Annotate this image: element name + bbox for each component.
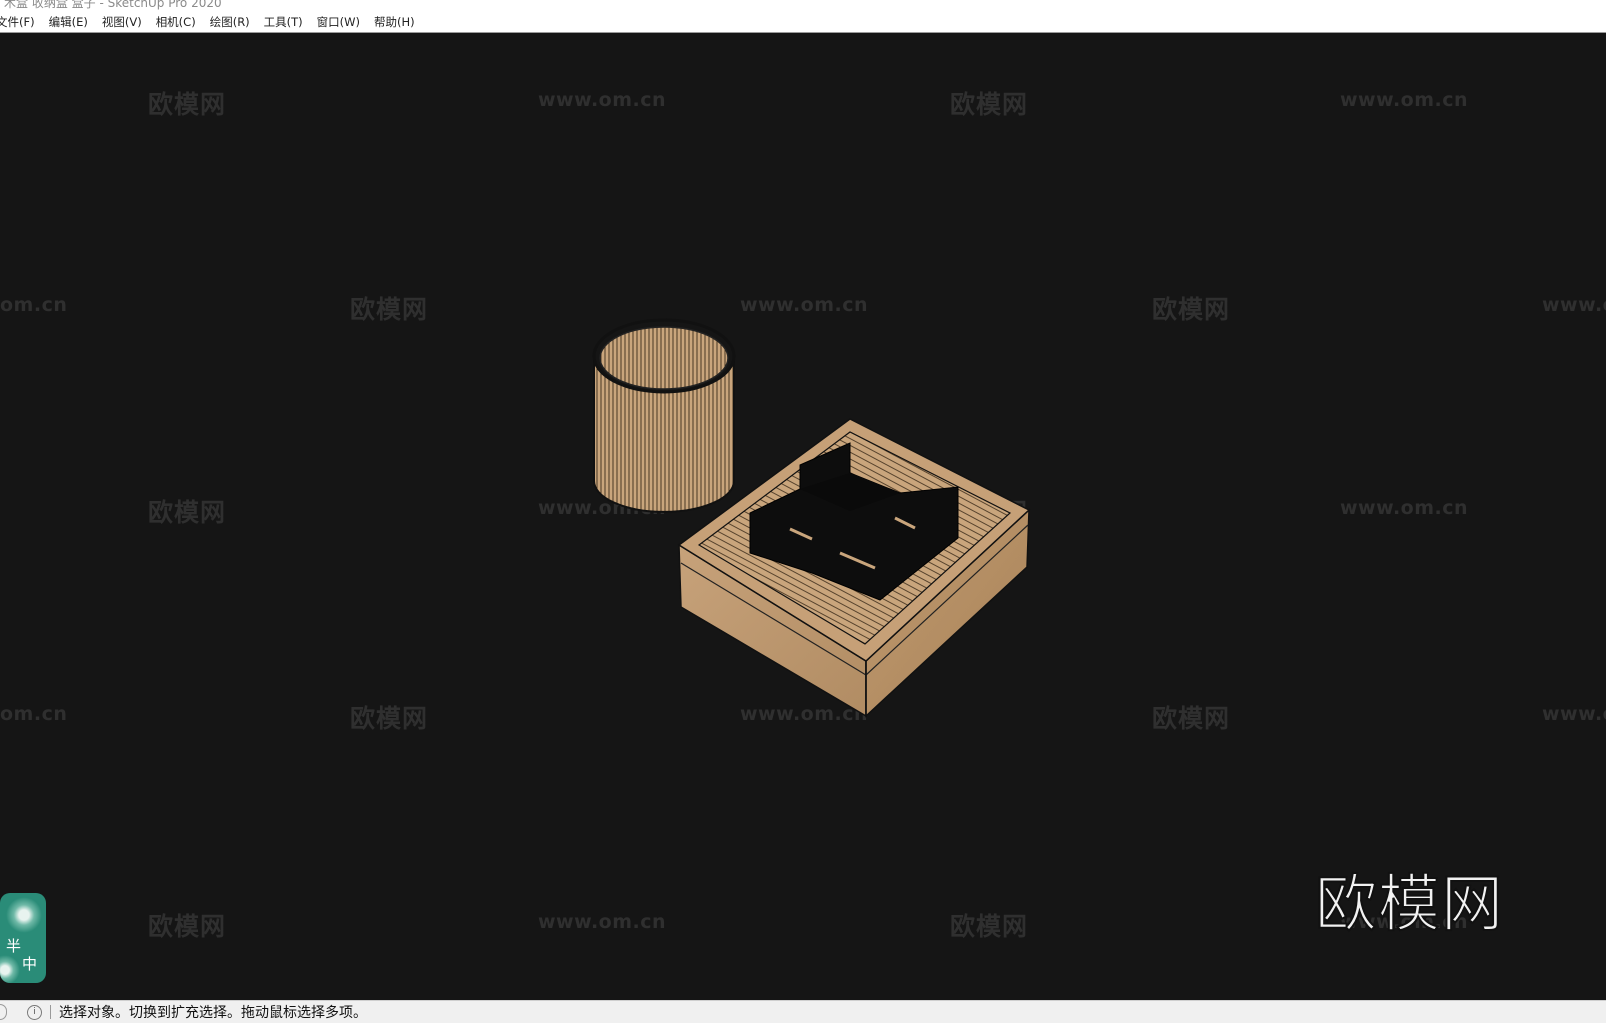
menu-window[interactable]: 窗口(W) — [317, 13, 360, 32]
status-toggle[interactable] — [0, 1004, 7, 1020]
menu-view[interactable]: 视图(V) — [102, 13, 142, 32]
menu-help[interactable]: 帮助(H) — [374, 13, 415, 32]
status-divider — [50, 1005, 51, 1019]
status-bar: i 选择对象。切换到扩充选择。拖动鼠标选择多项。 — [0, 1000, 1606, 1023]
menu-edit[interactable]: 编辑(E) — [49, 13, 88, 32]
status-text: 选择对象。切换到扩充选择。拖动鼠标选择多项。 — [59, 1005, 367, 1021]
widget-char: 半 — [6, 937, 22, 955]
menu-draw[interactable]: 绘图(R) — [210, 13, 250, 32]
menu-tools[interactable]: 工具(T) — [264, 13, 303, 32]
brand-logo: 欧模网 — [1314, 866, 1505, 941]
model-viewport[interactable]: 欧模网 www.om.cn 欧模网 www.om.cn om.cn 欧模网 ww… — [0, 33, 1606, 1000]
menu-camera[interactable]: 相机(C) — [156, 13, 196, 32]
widget-char: 中 — [22, 955, 38, 973]
menu-bar: 文件(F) 编辑(E) 视图(V) 相机(C) 绘图(R) 工具(T) 窗口(W… — [0, 13, 1606, 33]
info-icon[interactable]: i — [27, 1004, 42, 1020]
decor-dot — [6, 897, 42, 933]
decor-dot — [0, 955, 20, 983]
floating-input-widget[interactable]: 半 中 — [0, 893, 46, 983]
menu-file[interactable]: 文件(F) — [0, 13, 35, 32]
window-title: 木盒 收纳盒 盒子 - SketchUp Pro 2020 — [4, 0, 222, 10]
cylinder-cup[interactable] — [592, 318, 736, 513]
title-bar: 木盒 收纳盒 盒子 - SketchUp Pro 2020 — [0, 0, 1606, 13]
